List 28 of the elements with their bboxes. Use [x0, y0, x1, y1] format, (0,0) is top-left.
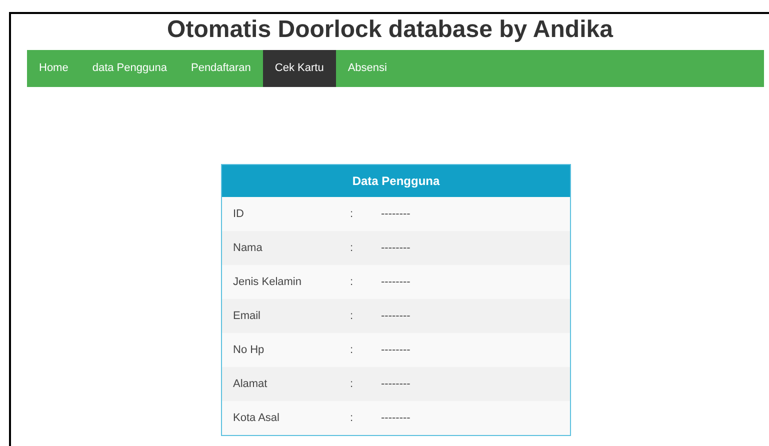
field-label: Nama	[233, 240, 264, 256]
field-value: --------	[381, 206, 410, 222]
field-value: --------	[381, 342, 410, 358]
colon: :	[350, 376, 354, 392]
colon: :	[350, 240, 354, 256]
field-value: --------	[381, 308, 410, 324]
page-title: Otomatis Doorlock database by Andika	[167, 15, 613, 45]
field-label: Jenis Kelamin	[233, 274, 302, 290]
field-value: --------	[381, 240, 410, 256]
field-label: ID	[233, 206, 245, 222]
nav-item[interactable]: Pendaftaran	[178, 50, 263, 87]
colon: :	[350, 308, 354, 324]
colon: :	[350, 206, 354, 222]
field-label: Email	[233, 308, 262, 324]
field-label: Kota Asal	[233, 410, 280, 426]
nav-item[interactable]: Home	[27, 50, 80, 87]
nav-item[interactable]: data Pengguna	[80, 50, 179, 87]
nav-item[interactable]: Absensi	[336, 50, 399, 87]
field-label: No Hp	[233, 342, 266, 358]
colon: :	[350, 274, 354, 290]
field-value: --------	[381, 376, 410, 392]
field-value: --------	[381, 274, 410, 290]
field-value: --------	[381, 410, 410, 426]
nav-item[interactable]: Cek Kartu	[262, 50, 336, 87]
field-label: Alamat	[233, 376, 268, 392]
card-title: Data Pengguna	[352, 173, 440, 190]
colon: :	[350, 410, 354, 426]
colon: :	[350, 342, 354, 358]
